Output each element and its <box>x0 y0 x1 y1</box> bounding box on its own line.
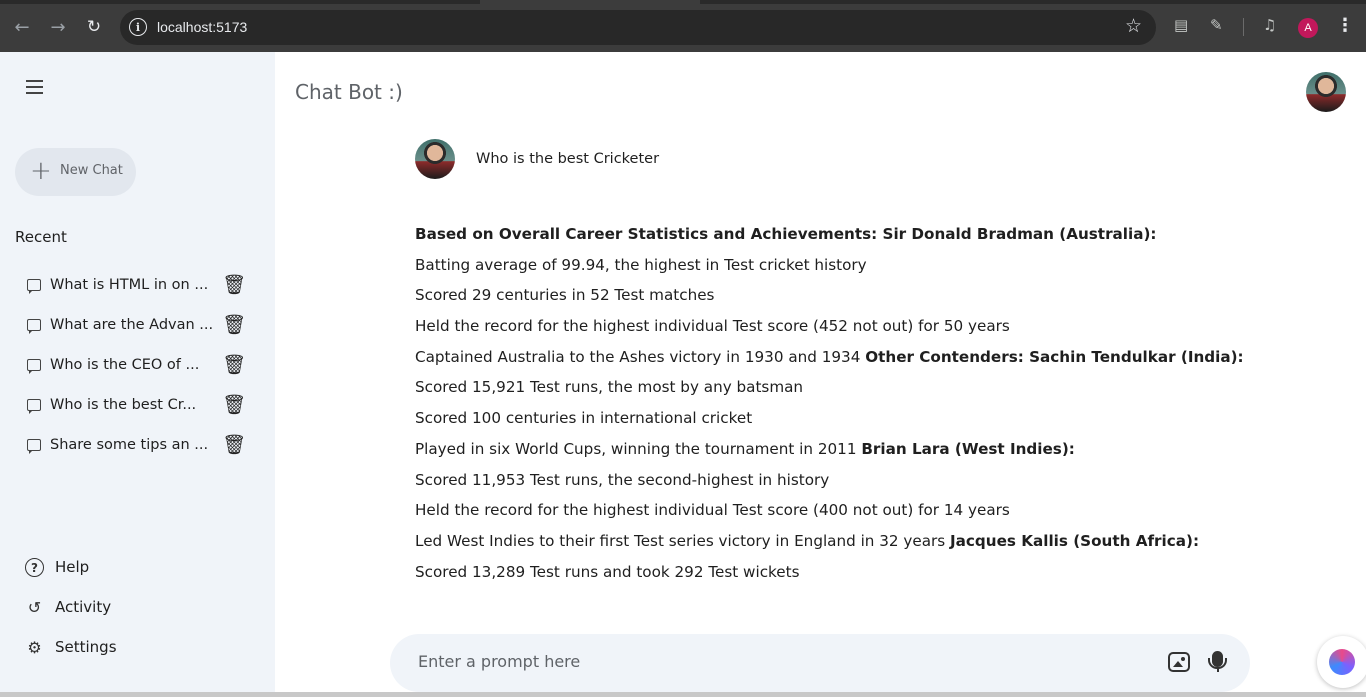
image-upload-icon[interactable] <box>1168 652 1190 672</box>
user-question: Who is the best Cricketer <box>476 151 660 167</box>
site-info-icon[interactable]: i <box>129 18 147 36</box>
history-icon: ↺ <box>27 598 42 617</box>
answer-text: Held the record for the highest individu… <box>415 501 1010 520</box>
delete-icon[interactable]: 🗑 <box>222 395 246 415</box>
answer-line: Scored 100 centuries in international cr… <box>415 407 1255 438</box>
extensions-icon[interactable]: ✎ <box>1210 16 1223 34</box>
more-vert-icon[interactable]: ⋮ <box>1336 15 1354 36</box>
tab-strip-edge <box>0 0 480 4</box>
assistant-fab-button[interactable] <box>1317 636 1366 688</box>
help-label: Help <box>55 558 90 576</box>
answer-line: Based on Overall Career Statistics and A… <box>415 223 1255 254</box>
delete-icon[interactable]: 🗑 <box>222 275 246 295</box>
menu-icon[interactable] <box>26 80 44 94</box>
delete-icon[interactable]: 🗑 <box>222 315 246 335</box>
answer-line: Scored 29 centuries in 52 Test matches <box>415 284 1255 315</box>
answer-line: Played in six World Cups, winning the to… <box>415 438 1255 469</box>
answer-line: Held the record for the highest individu… <box>415 499 1255 530</box>
browser-toolbar: ← → ↻ i localhost:5173 ☆ ▤ ✎ ♫ A ⋮ <box>0 0 1366 52</box>
chat-bubble-icon <box>27 319 41 334</box>
star-icon[interactable]: ☆ <box>1125 15 1142 37</box>
answer-text: Played in six World Cups, winning the to… <box>415 439 862 458</box>
recent-chat-label: What are the Advan ... <box>50 317 214 333</box>
plus-icon: + <box>30 156 52 186</box>
answer-heading: Jacques Kallis (South Africa): <box>950 531 1200 550</box>
answer-heading: Other Contenders: Sachin Tendulkar (Indi… <box>865 347 1244 366</box>
activity-label: Activity <box>55 598 112 616</box>
recent-chat-label: Who is the best Cr... <box>50 397 197 413</box>
answer-line: Held the record for the highest individu… <box>415 315 1255 346</box>
chat-bubble-icon <box>27 279 41 294</box>
answer-line: Scored 13,289 Test runs and took 292 Tes… <box>415 561 1255 592</box>
gear-icon: ⚙ <box>27 638 42 657</box>
answer-text: Batting average of 99.94, the highest in… <box>415 255 867 274</box>
taskbar-edge <box>0 692 1366 697</box>
recent-chat-item[interactable]: Who is the CEO of ... 🗑 <box>15 349 255 383</box>
message-avatar <box>415 139 455 179</box>
recent-chat-label: Who is the CEO of ... <box>50 357 200 373</box>
user-avatar[interactable] <box>1306 72 1346 112</box>
profile-avatar[interactable]: A <box>1298 18 1318 38</box>
address-bar[interactable]: i localhost:5173 ☆ <box>120 10 1156 45</box>
recent-chat-item[interactable]: What is HTML in on ... 🗑 <box>15 269 255 303</box>
answer-line: Led West Indies to their first Test seri… <box>415 530 1255 561</box>
chat-bubble-icon <box>27 399 41 414</box>
answer-heading: Brian Lara (West Indies): <box>861 439 1075 458</box>
page-title: Chat Bot :) <box>295 80 403 104</box>
toolbar-divider <box>1243 18 1244 36</box>
url-text[interactable]: localhost:5173 <box>157 19 247 35</box>
answer-heading: Based on Overall Career Statistics and A… <box>415 225 1157 243</box>
new-chat-button[interactable]: + New Chat <box>15 148 136 196</box>
answer-text: Scored 100 centuries in international cr… <box>415 409 753 428</box>
answer-text: Captained Australia to the Ashes victory… <box>415 347 866 366</box>
tab-strip-edge <box>700 0 1366 4</box>
new-chat-label: New Chat <box>60 163 123 178</box>
delete-icon[interactable]: 🗑 <box>222 435 246 455</box>
recent-chat-item[interactable]: Share some tips an ... 🗑 <box>15 429 255 463</box>
delete-icon[interactable]: 🗑 <box>222 355 246 375</box>
media-controls-icon[interactable]: ♫ <box>1263 16 1276 34</box>
answer-line: Captained Australia to the Ashes victory… <box>415 346 1255 377</box>
answer-line: Batting average of 99.94, the highest in… <box>415 254 1255 285</box>
prompt-bar <box>390 634 1250 692</box>
answer-text: Scored 29 centuries in 52 Test matches <box>415 286 715 305</box>
help-icon: ? <box>25 558 44 577</box>
answer-text: Scored 13,289 Test runs and took 292 Tes… <box>415 562 800 581</box>
brain-icon <box>1329 649 1355 675</box>
answer-line: Scored 15,921 Test runs, the most by any… <box>415 376 1255 407</box>
chat-bubble-icon <box>27 359 41 374</box>
cast-icon[interactable]: ▤ <box>1174 16 1188 34</box>
mic-stem <box>1217 667 1219 672</box>
bot-answer: Based on Overall Career Statistics and A… <box>415 223 1255 591</box>
chat-bubble-icon <box>27 439 41 454</box>
answer-text: Scored 11,953 Test runs, the second-high… <box>415 470 830 489</box>
answer-text: Scored 15,921 Test runs, the most by any… <box>415 378 804 397</box>
answer-text: Led West Indies to their first Test seri… <box>415 531 951 550</box>
sidebar: + New Chat Recent What is HTML in on ...… <box>0 52 275 697</box>
recent-chat-item[interactable]: Who is the best Cr... 🗑 <box>15 389 255 423</box>
recent-chat-label: What is HTML in on ... <box>50 277 209 293</box>
answer-line: Scored 11,953 Test runs, the second-high… <box>415 469 1255 500</box>
recent-chat-label: Share some tips an ... <box>50 437 209 453</box>
forward-arrow-icon[interactable]: → <box>45 14 71 40</box>
answer-text: Held the record for the highest individu… <box>415 317 1010 336</box>
recent-chat-item[interactable]: What are the Advan ... 🗑 <box>15 309 255 343</box>
reload-icon[interactable]: ↻ <box>81 14 107 40</box>
recent-heading: Recent <box>15 228 67 246</box>
settings-label: Settings <box>55 638 117 656</box>
prompt-input[interactable] <box>418 652 1118 671</box>
mic-icon[interactable] <box>1208 651 1227 669</box>
back-arrow-icon[interactable]: ← <box>9 14 35 40</box>
